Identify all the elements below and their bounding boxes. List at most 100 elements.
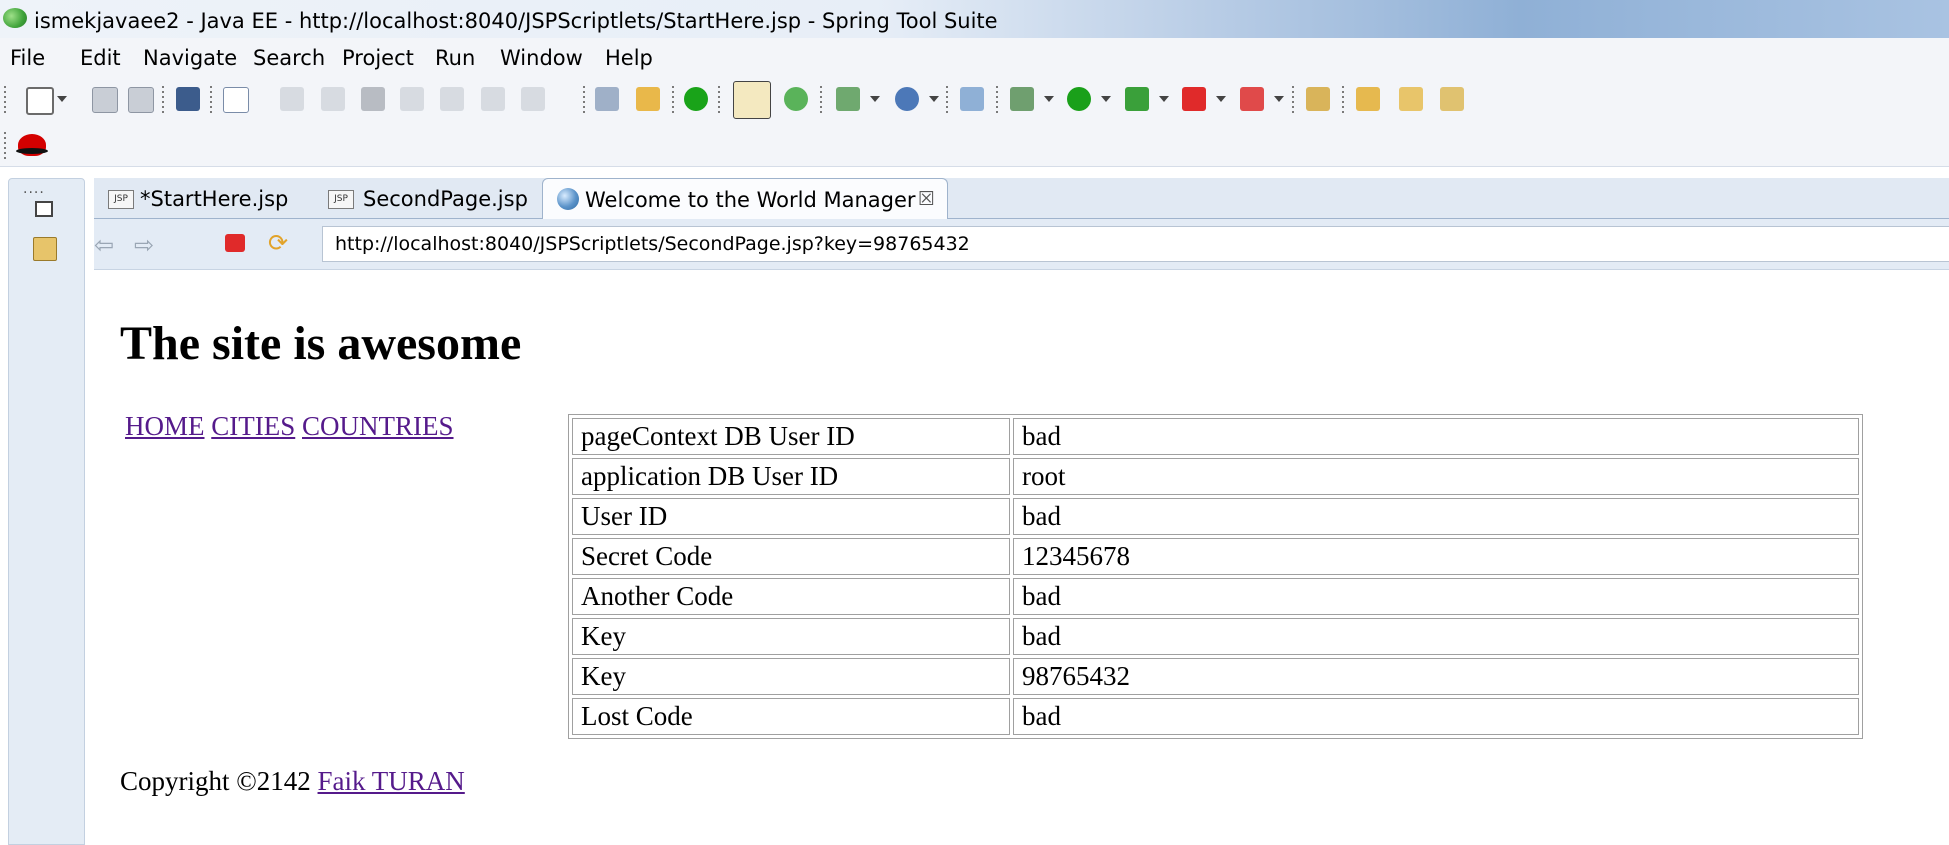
start-server-icon[interactable] <box>684 87 708 111</box>
refresh-icon[interactable]: ⟳ <box>268 229 288 257</box>
table-row: pageContext DB User ID bad <box>572 418 1859 455</box>
chevron-down-icon[interactable] <box>929 96 939 102</box>
table-row: Lost Code bad <box>572 698 1859 735</box>
menu-help[interactable]: Help <box>605 46 653 70</box>
menu-run[interactable]: Run <box>435 46 475 70</box>
suspend-icon[interactable] <box>321 87 345 111</box>
table-row: Key 98765432 <box>572 658 1859 695</box>
toolbar-separator <box>162 86 164 114</box>
row-label: application DB User ID <box>572 458 1010 495</box>
tab-label: Welcome to the World Manager <box>585 188 916 212</box>
menu-navigate[interactable]: Navigate <box>143 46 237 70</box>
step-return-icon[interactable] <box>521 87 545 111</box>
chevron-down-icon[interactable] <box>870 96 880 102</box>
toolbar-separator <box>996 86 998 114</box>
save-all-icon[interactable] <box>128 87 154 113</box>
menu-project[interactable]: Project <box>342 46 414 70</box>
skip-breakpoints-icon[interactable] <box>223 87 249 113</box>
redhat-icon[interactable] <box>16 134 48 156</box>
resume-icon[interactable] <box>280 87 304 111</box>
table-row: application DB User ID root <box>572 458 1859 495</box>
window-title: ismekjavaee2 - Java EE - http://localhos… <box>34 9 998 33</box>
toggle-mark-occurrences-icon[interactable] <box>733 81 771 119</box>
row-label: Another Code <box>572 578 1010 615</box>
toolbar-separator <box>672 86 674 114</box>
use-step-filters-icon[interactable] <box>636 87 660 111</box>
run-icon[interactable] <box>1067 87 1091 111</box>
menu-file[interactable]: File <box>10 46 45 70</box>
drop-to-frame-icon[interactable] <box>595 87 619 111</box>
step-over-icon[interactable] <box>481 87 505 111</box>
toolbar-separator <box>210 86 212 114</box>
jsp-file-icon: JSP <box>108 190 134 209</box>
search-icon[interactable] <box>960 87 984 111</box>
chevron-down-icon[interactable] <box>57 96 67 102</box>
pin-icon[interactable] <box>1440 87 1464 111</box>
row-value: 12345678 <box>1013 538 1859 575</box>
main-toolbar <box>0 76 1949 126</box>
chevron-down-icon[interactable] <box>1101 96 1111 102</box>
new-icon[interactable] <box>26 87 54 115</box>
open-folder-icon[interactable] <box>1356 87 1380 111</box>
table-row: Secret Code 12345678 <box>572 538 1859 575</box>
chevron-down-icon[interactable] <box>1274 96 1284 102</box>
debug-icon[interactable] <box>1010 87 1034 111</box>
nav-link-countries[interactable]: COUNTRIES <box>302 411 454 441</box>
url-input[interactable] <box>322 226 1949 262</box>
tab-starthere-jsp[interactable]: JSP *StartHere.jsp <box>94 178 304 218</box>
table-row: User ID bad <box>572 498 1859 535</box>
nav-link-home[interactable]: HOME <box>125 411 205 441</box>
menu-bar: File Edit Navigate Search Project Run Wi… <box>0 38 1949 76</box>
toolbar-separator <box>946 86 948 114</box>
menu-edit[interactable]: Edit <box>80 46 121 70</box>
restore-icon[interactable] <box>35 201 53 217</box>
tab-label: SecondPage.jsp <box>363 187 528 211</box>
chevron-down-icon[interactable] <box>1216 96 1226 102</box>
toolbar-separator <box>4 86 6 114</box>
stop-icon[interactable] <box>1182 87 1206 111</box>
row-value: bad <box>1013 578 1859 615</box>
jsp-file-icon: JSP <box>328 190 354 209</box>
row-value: bad <box>1013 618 1859 655</box>
step-into-icon[interactable] <box>440 87 464 111</box>
data-table: pageContext DB User ID bad application D… <box>568 414 1863 739</box>
disconnect-icon[interactable] <box>400 87 424 111</box>
row-value: 98765432 <box>1013 658 1859 695</box>
package-explorer-icon[interactable] <box>33 237 57 261</box>
back-arrow-icon[interactable]: ⇦ <box>94 231 114 259</box>
spring-dropdown-icon[interactable] <box>895 87 919 111</box>
menu-search[interactable]: Search <box>253 46 325 70</box>
page-title: The site is awesome <box>120 317 522 370</box>
menu-window[interactable]: Window <box>500 46 583 70</box>
row-value: bad <box>1013 498 1859 535</box>
row-label: User ID <box>572 498 1010 535</box>
row-label: Key <box>572 618 1010 655</box>
row-value: bad <box>1013 698 1859 735</box>
forward-arrow-icon[interactable]: ⇨ <box>134 231 154 259</box>
nav-link-cities[interactable]: CITIES <box>211 411 295 441</box>
toolbar-separator <box>1342 86 1344 114</box>
console-icon[interactable] <box>176 87 200 111</box>
secondary-toolbar <box>0 126 1949 167</box>
copyright-text: Copyright ©2142 <box>120 766 311 796</box>
author-link[interactable]: Faik TURAN <box>318 766 465 796</box>
coverage-icon[interactable] <box>1125 87 1149 111</box>
close-icon[interactable]: ☒ <box>918 188 935 210</box>
terminate-icon[interactable] <box>361 87 385 111</box>
drag-handle-icon[interactable]: ···· <box>23 185 45 201</box>
tab-welcome-world-manager[interactable]: Welcome to the World Manager ☒ <box>542 178 948 219</box>
external-tools-icon[interactable] <box>1240 87 1264 111</box>
save-icon[interactable] <box>92 87 118 113</box>
editor-tab-bar: JSP *StartHere.jsp JSP SecondPage.jsp We… <box>94 178 1949 219</box>
open-task-icon[interactable] <box>1399 87 1423 111</box>
open-type-icon[interactable] <box>1306 87 1330 111</box>
toolbar-separator <box>4 132 6 160</box>
tab-secondpage-jsp[interactable]: JSP SecondPage.jsp <box>308 178 538 218</box>
chevron-down-icon[interactable] <box>1044 96 1054 102</box>
tab-label: *StartHere.jsp <box>140 187 289 211</box>
row-label: Key <box>572 658 1010 695</box>
spring-icon[interactable] <box>784 87 808 111</box>
stop-loading-icon[interactable] <box>225 234 245 252</box>
chevron-down-icon[interactable] <box>1159 96 1169 102</box>
new-spring-project-icon[interactable] <box>836 87 860 111</box>
